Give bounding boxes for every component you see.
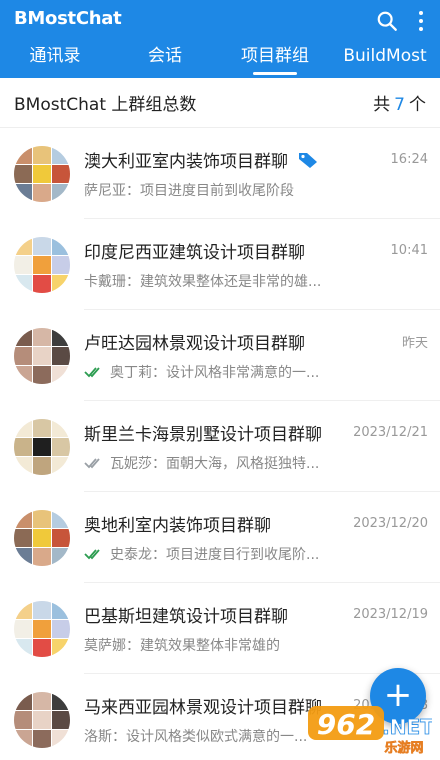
group-name: 奥地利室内装饰项目群聊 bbox=[84, 516, 271, 536]
svg-text:962: 962 bbox=[317, 708, 375, 741]
group-name: 卢旺达园林景观设计项目群聊 bbox=[84, 334, 305, 354]
read-receipt-icon bbox=[84, 458, 100, 469]
group-row-content: 印度尼西亚建筑设计项目群聊 10:41 卡戴珊：建筑效果整体还是非常的雄... bbox=[84, 238, 428, 291]
group-row[interactable]: 卢旺达园林景观设计项目群聊 昨天奥丁莉：设计风格非常满意的一... bbox=[0, 310, 440, 401]
tab-contacts[interactable]: 通讯录 bbox=[0, 42, 110, 78]
svg-text:乐游网: 乐游网 bbox=[384, 740, 423, 756]
group-name: 印度尼西亚建筑设计项目群聊 bbox=[84, 243, 305, 263]
svg-text:.NET: .NET bbox=[382, 715, 432, 739]
app-title: BMostChat bbox=[14, 8, 122, 29]
group-row-content: 澳大利亚室内装饰项目群聊 16:24 萨尼亚：项目进度目前到收尾阶段 bbox=[84, 147, 428, 200]
watermark-logo: 962 .NET 乐游网 bbox=[308, 706, 432, 756]
last-message-preview: 莫萨娜：建筑效果整体非常雄的 bbox=[84, 638, 280, 654]
group-summary: BMostChat 上群组总数 共7个 bbox=[0, 78, 440, 128]
tab-project-groups[interactable]: 项目群组 bbox=[220, 42, 330, 78]
search-icon[interactable] bbox=[376, 10, 398, 32]
last-message-preview: 洛斯：设计风格类似欧式满意的一... bbox=[84, 729, 308, 745]
group-row-content: 斯里兰卡海景别墅设计项目群聊 2023/12/21 瓦妮莎：面朝大海，风格挺独特..… bbox=[84, 420, 428, 473]
tag-icon bbox=[299, 152, 317, 168]
group-avatar bbox=[14, 145, 70, 202]
group-avatar bbox=[14, 236, 70, 293]
group-time: 16:24 bbox=[390, 152, 428, 167]
group-row-content: 卢旺达园林景观设计项目群聊 昨天奥丁莉：设计风格非常满意的一... bbox=[84, 329, 428, 382]
group-name: 巴基斯坦建筑设计项目群聊 bbox=[84, 607, 288, 627]
group-row[interactable]: 印度尼西亚建筑设计项目群聊 10:41 卡戴珊：建筑效果整体还是非常的雄... bbox=[0, 219, 440, 310]
last-message-preview: 奥丁莉：设计风格非常满意的一... bbox=[110, 365, 320, 381]
read-receipt-icon bbox=[84, 549, 100, 560]
summary-label: BMostChat 上群组总数 bbox=[14, 95, 197, 115]
tab-bar: 通讯录 会话 项目群组 BuildMost bbox=[0, 42, 440, 78]
group-avatar bbox=[14, 600, 70, 657]
group-avatar bbox=[14, 327, 70, 384]
group-avatar bbox=[14, 418, 70, 475]
more-menu-icon[interactable] bbox=[414, 8, 428, 34]
last-message-preview: 史泰龙：项目进度目行到收尾阶... bbox=[110, 547, 320, 563]
top-bar: BMostChat 通讯录 会话 项目群组 BuildMost bbox=[0, 0, 440, 78]
group-time: 2023/12/20 bbox=[353, 516, 428, 531]
group-avatar bbox=[14, 691, 70, 748]
read-receipt-icon bbox=[84, 367, 100, 378]
tab-conversations[interactable]: 会话 bbox=[110, 42, 220, 78]
summary-count: 共7个 bbox=[373, 95, 426, 115]
group-row-content: 奥地利室内装饰项目群聊 2023/12/20 史泰龙：项目进度目行到收尾阶... bbox=[84, 511, 428, 564]
tab-buildmost[interactable]: BuildMost bbox=[330, 42, 440, 78]
group-row[interactable]: 澳大利亚室内装饰项目群聊 16:24 萨尼亚：项目进度目前到收尾阶段 bbox=[0, 128, 440, 219]
group-name: 澳大利亚室内装饰项目群聊 bbox=[84, 152, 288, 172]
group-row[interactable]: 斯里兰卡海景别墅设计项目群聊 2023/12/21 瓦妮莎：面朝大海，风格挺独特..… bbox=[0, 401, 440, 492]
group-row-content: 巴基斯坦建筑设计项目群聊 2023/12/19 莫萨娜：建筑效果整体非常雄的 bbox=[84, 602, 428, 655]
group-name: 斯里兰卡海景别墅设计项目群聊 bbox=[84, 425, 322, 445]
group-row[interactable]: 奥地利室内装饰项目群聊 2023/12/20 史泰龙：项目进度目行到收尾阶... bbox=[0, 492, 440, 583]
group-row[interactable]: 巴基斯坦建筑设计项目群聊 2023/12/19 莫萨娜：建筑效果整体非常雄的 bbox=[0, 583, 440, 674]
group-name: 马来西亚园林景观设计项目群聊 bbox=[84, 698, 322, 718]
group-time: 昨天 bbox=[401, 336, 428, 351]
group-time: 2023/12/19 bbox=[353, 607, 428, 622]
group-count: 7 bbox=[394, 95, 405, 115]
last-message-preview: 萨尼亚：项目进度目前到收尾阶段 bbox=[84, 183, 294, 199]
app-screen: BMostChat 通讯录 会话 项目群组 BuildMost BMostCha… bbox=[0, 0, 440, 760]
group-time: 2023/12/21 bbox=[353, 425, 428, 440]
last-message-preview: 瓦妮莎：面朝大海，风格挺独特... bbox=[110, 456, 320, 472]
group-list: 澳大利亚室内装饰项目群聊 16:24 萨尼亚：项目进度目前到收尾阶段印度尼西亚建筑设… bbox=[0, 128, 440, 760]
group-avatar bbox=[14, 509, 70, 566]
group-time: 10:41 bbox=[390, 243, 428, 258]
last-message-preview: 卡戴珊：建筑效果整体还是非常的雄... bbox=[84, 274, 322, 290]
